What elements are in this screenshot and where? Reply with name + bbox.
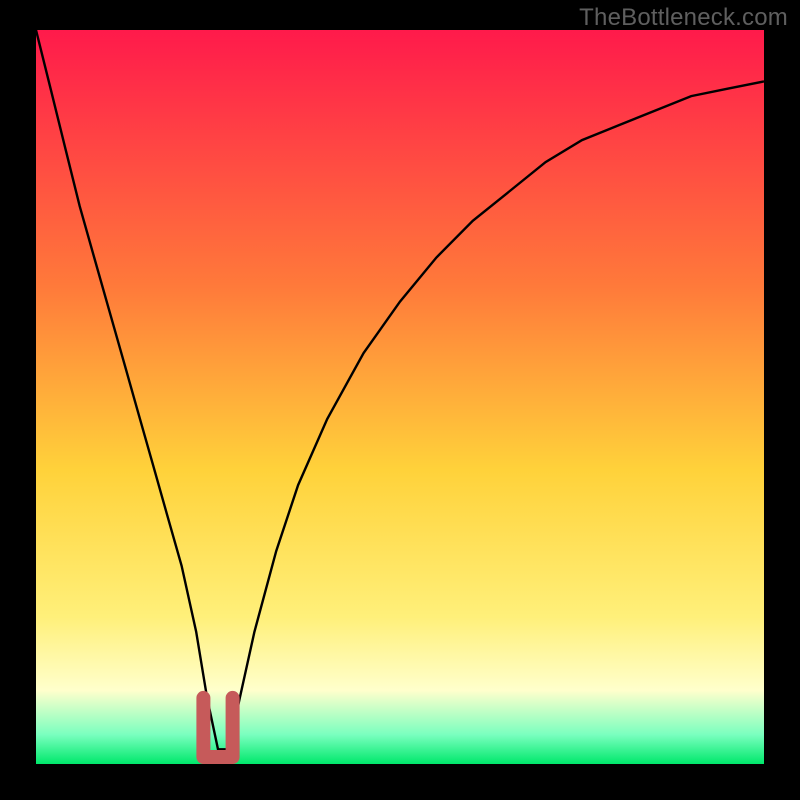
chart-svg: [36, 30, 764, 764]
chart-frame: TheBottleneck.com: [0, 0, 800, 800]
watermark-text: TheBottleneck.com: [579, 4, 788, 32]
gradient-bg: [36, 30, 764, 764]
plot-area: [36, 30, 764, 764]
